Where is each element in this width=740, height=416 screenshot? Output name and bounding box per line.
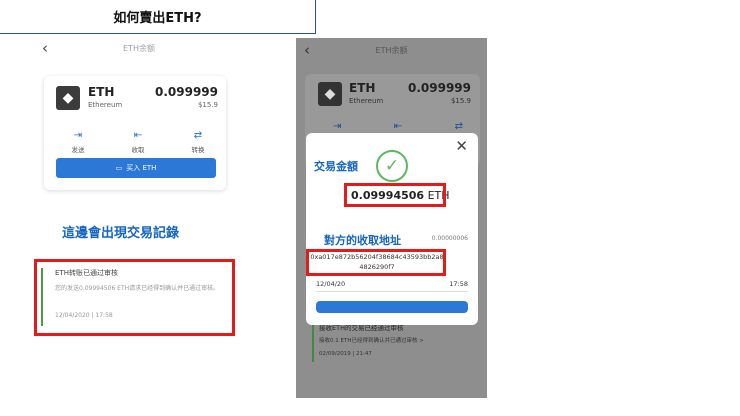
address-label: 對方的收取地址 <box>324 234 401 247</box>
asset-name: Ethereum <box>349 97 384 105</box>
transaction-time: 02/09/2019 | 21:47 <box>319 351 372 357</box>
left-phone-screen: ‹ ETH余额 ◆ ETH Ethereum 0.099999 $15.9 ⇥ … <box>36 36 242 396</box>
asset-amount: 0.099999 <box>407 81 471 95</box>
action-row: ⇥ 发送 ⇤ 收取 ⇄ 转换 <box>58 130 218 154</box>
screen-title: ETH余额 <box>123 44 155 53</box>
asset-name: Ethereum <box>88 101 123 109</box>
asset-fiat-value: $15.9 <box>450 97 471 105</box>
receive-button[interactable]: ⇤ 收取 <box>118 130 158 154</box>
swap-icon[interactable]: ⇄ <box>455 121 463 132</box>
transaction-detail-modal: ✕ 交易金額 ✓ 0.09994506 ETH 對方的收取地址 0.000000… <box>306 133 478 325</box>
page-title: 如何賣出ETH? <box>0 0 316 34</box>
confirm-button[interactable] <box>316 301 468 313</box>
screen-title: ETH余额 <box>375 46 408 55</box>
annotation-note: 這邊會出現交易記錄 <box>62 226 180 241</box>
asset-fiat-value: $15.9 <box>197 101 218 109</box>
receive-label: 收取 <box>131 146 145 154</box>
card-icon: ▭ <box>115 164 123 172</box>
transaction-item[interactable]: 接收ETH的交易已经通过审核 接收0.1 ETH已经得到确认并已通过审核 > 0… <box>312 320 477 366</box>
divider <box>316 291 468 292</box>
ethereum-logo-icon: ◆ <box>318 82 342 106</box>
asset-symbol: ETH <box>88 85 115 99</box>
ethereum-logo-icon: ◆ <box>56 86 80 110</box>
highlight-box-address <box>306 249 446 276</box>
receive-icon[interactable]: ⇤ <box>394 121 402 132</box>
asset-symbol: ETH <box>349 81 376 95</box>
action-row: ⇥ ⇤ ⇄ <box>333 121 463 132</box>
buy-eth-label: 买入 ETH <box>126 164 157 172</box>
fee-value: 0.00000006 <box>431 235 468 242</box>
transaction-date: 12/04/20 <box>316 280 346 288</box>
transaction-clock-time: 17:58 <box>449 280 468 288</box>
send-label: 发送 <box>71 146 85 154</box>
top-bar: ‹ ETH余额 <box>296 38 487 62</box>
status-bar <box>312 320 314 362</box>
highlight-box-transaction <box>34 259 235 336</box>
highlight-box-amount <box>344 183 446 207</box>
buy-eth-button[interactable]: ▭ 买入 ETH <box>56 158 216 178</box>
asset-card: ◆ ETH Ethereum 0.099999 $15.9 ⇥ 发送 ⇤ 收取 … <box>44 76 226 190</box>
transaction-description: 接收0.1 ETH已经得到确认并已通过审核 > <box>319 338 424 344</box>
send-icon: ⇥ <box>73 130 83 141</box>
send-icon[interactable]: ⇥ <box>333 121 341 132</box>
checkmark-icon: ✓ <box>376 150 408 182</box>
asset-amount: 0.099999 <box>154 85 218 99</box>
top-bar: ‹ ETH余额 <box>36 36 242 60</box>
swap-button[interactable]: ⇄ 转换 <box>178 130 218 154</box>
close-icon[interactable]: ✕ <box>455 137 468 155</box>
receive-icon: ⇤ <box>133 130 143 141</box>
send-button[interactable]: ⇥ 发送 <box>58 130 98 154</box>
swap-icon: ⇄ <box>193 130 203 141</box>
amount-label: 交易金額 <box>314 160 358 173</box>
swap-label: 转换 <box>191 146 205 154</box>
